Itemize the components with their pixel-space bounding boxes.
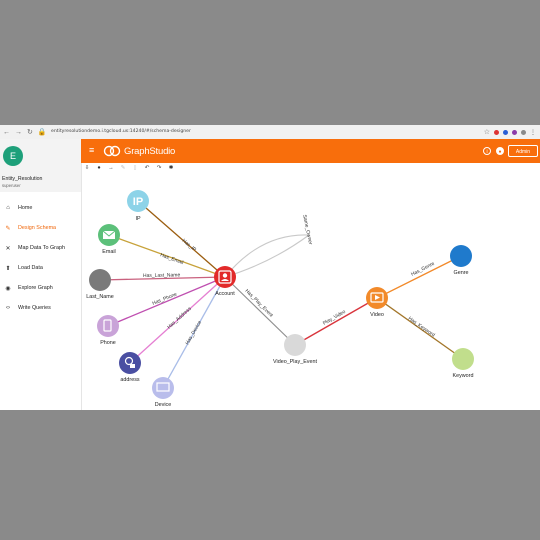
edge-play-video[interactable] <box>294 297 378 346</box>
edge-labels: Has_IP Has_Email Has_Last_Name Has_Phone… <box>143 214 436 346</box>
add-edge-icon[interactable]: → <box>108 165 114 171</box>
forward-icon[interactable]: → <box>15 129 22 136</box>
more-menu-icon[interactable]: ⋮ <box>530 129 536 136</box>
vertex-email[interactable]: Email <box>98 224 120 255</box>
edge-label-has-keyword: Has_Keyword <box>407 316 436 339</box>
ip-icon: IP <box>133 196 143 208</box>
vertex-label: Account <box>215 291 235 297</box>
vertex-label: IP <box>135 216 140 222</box>
add-vertex-icon[interactable]: ● <box>96 165 102 171</box>
sidebar-item-map-data[interactable]: ✕ Map Data To Graph <box>0 238 81 258</box>
info-icon[interactable]: i <box>483 147 491 155</box>
publish-icon[interactable]: ⇩ <box>84 165 90 171</box>
settings-icon[interactable]: ✱ <box>168 165 174 171</box>
schema-graph-canvas[interactable]: Has_IP Has_Email Has_Last_Name Has_Phone… <box>81 173 540 410</box>
vertex-label: Video_Play_Event <box>273 359 317 365</box>
edge-same-owner-a[interactable] <box>224 234 310 278</box>
edge-label-has-email: Has_Email <box>159 252 184 266</box>
sidebar-item-label: Design Schema <box>18 225 57 231</box>
vertex-ip[interactable]: IP IP <box>127 190 149 222</box>
graphstudio-logo-icon <box>103 145 121 157</box>
vertex-label: Email <box>102 249 115 255</box>
vertex-label: Genre <box>454 270 469 276</box>
edge-label-same-owner: Same_Owner <box>301 214 313 245</box>
profile-icon[interactable] <box>521 129 526 135</box>
load-icon: ⬆ <box>5 265 11 272</box>
user-name: Entity_Resolution <box>2 176 43 182</box>
reload-icon[interactable]: ↻ <box>27 129 33 136</box>
browser-bar: ← → ↻ 🔒 entityresolutiondemo.i.tgcloud.u… <box>0 125 540 140</box>
edge-label-has-device: Has_Device <box>185 319 204 346</box>
back-icon[interactable]: ← <box>3 129 10 136</box>
hamburger-menu-icon[interactable]: ≡ <box>89 146 94 155</box>
vertex-account[interactable]: Account <box>214 266 236 297</box>
vertex-keyword[interactable]: Keyword <box>452 348 474 379</box>
vertex-address[interactable]: address <box>119 352 141 383</box>
vertex-label: Phone <box>100 340 116 346</box>
edge-label-has-play-event: Has_Play_Event <box>244 288 275 319</box>
browser-nav: ← → ↻ 🔒 <box>0 129 51 136</box>
sidebar-item-label: Load Data <box>18 265 43 271</box>
sidebar-item-label: Map Data To Graph <box>18 245 65 251</box>
redo-icon[interactable]: ↷ <box>156 165 162 171</box>
edge-label-has-address: Has_Address <box>166 306 193 331</box>
sidebar-item-write-queries[interactable]: ‹› Write Queries <box>0 298 81 318</box>
edge-has-genre[interactable] <box>376 255 462 299</box>
user-box: E Entity_Resolution superuser <box>0 139 81 192</box>
sidebar-item-label: Home <box>18 205 33 211</box>
edge-label-has-last-name: Has_Last_Name <box>143 272 181 279</box>
pencil-icon: ✎ <box>5 225 11 232</box>
shuffle-icon: ✕ <box>5 245 11 252</box>
schema-toolbar: ⇩ ● → ✎ ▯ ↶ ↷ ✱ <box>81 163 540 173</box>
edit-icon[interactable]: ✎ <box>120 165 126 171</box>
sidebar-item-explore-graph[interactable]: ◉ Explore Graph <box>0 278 81 298</box>
vertex-label: Keyword <box>453 373 474 379</box>
vertex-genre[interactable]: Genre <box>450 245 472 276</box>
sidebar: E Entity_Resolution superuser ⌂ Home ✎ D… <box>0 139 82 410</box>
code-icon: ‹› <box>6 305 10 311</box>
vertex-video[interactable]: Video <box>366 287 388 318</box>
admin-button[interactable]: Admin <box>508 145 538 157</box>
brand-title: GraphStudio <box>124 146 176 157</box>
avatar[interactable]: E <box>3 146 23 166</box>
vertex-last-name[interactable]: Last_Name <box>86 269 114 300</box>
edge-label-has-phone: Has_Phone <box>152 291 179 306</box>
vertex-phone[interactable]: Phone <box>97 315 119 346</box>
sidebar-menu: ⌂ Home ✎ Design Schema ✕ Map Data To Gra… <box>0 198 81 318</box>
vertex-device[interactable]: Device <box>152 377 174 408</box>
lock-icon: 🔒 <box>37 128 47 136</box>
undo-icon[interactable]: ↶ <box>144 165 150 171</box>
extension-blue-icon[interactable] <box>503 129 508 135</box>
vertex-label: Last_Name <box>86 294 114 300</box>
home-icon: ⌂ <box>6 205 10 211</box>
star-icon[interactable]: ☆ <box>484 128 490 136</box>
sidebar-item-home[interactable]: ⌂ Home <box>0 198 81 218</box>
browser-extensions: ☆ ⋮ <box>484 128 540 136</box>
edge-same-owner-b[interactable] <box>224 234 310 278</box>
extension-purple-icon[interactable] <box>512 129 517 135</box>
sidebar-item-design-schema[interactable]: ✎ Design Schema <box>0 218 81 238</box>
sidebar-item-label: Explore Graph <box>18 285 53 291</box>
vertex-video-play-event[interactable]: Video_Play_Event <box>273 334 317 365</box>
delete-icon[interactable]: ▯ <box>132 165 138 171</box>
compass-icon: ◉ <box>5 285 11 292</box>
app-header: ≡ GraphStudio i ● Admin <box>81 139 540 163</box>
vertex-label: Video <box>370 312 384 318</box>
vertex-label: address <box>120 377 139 383</box>
vertex-label: Device <box>155 402 171 408</box>
edge-has-play-event[interactable] <box>224 276 296 346</box>
user-icon[interactable]: ● <box>496 147 504 155</box>
sidebar-item-label: Write Queries <box>18 305 51 311</box>
extension-red-icon[interactable] <box>494 129 499 135</box>
user-role: superuser <box>2 183 21 188</box>
sidebar-item-load-data[interactable]: ⬆ Load Data <box>0 258 81 278</box>
address-bar[interactable]: entityresolutiondemo.i.tgcloud.us:14240/… <box>51 128 484 136</box>
screenshot: ← → ↻ 🔒 entityresolutiondemo.i.tgcloud.u… <box>0 125 540 410</box>
